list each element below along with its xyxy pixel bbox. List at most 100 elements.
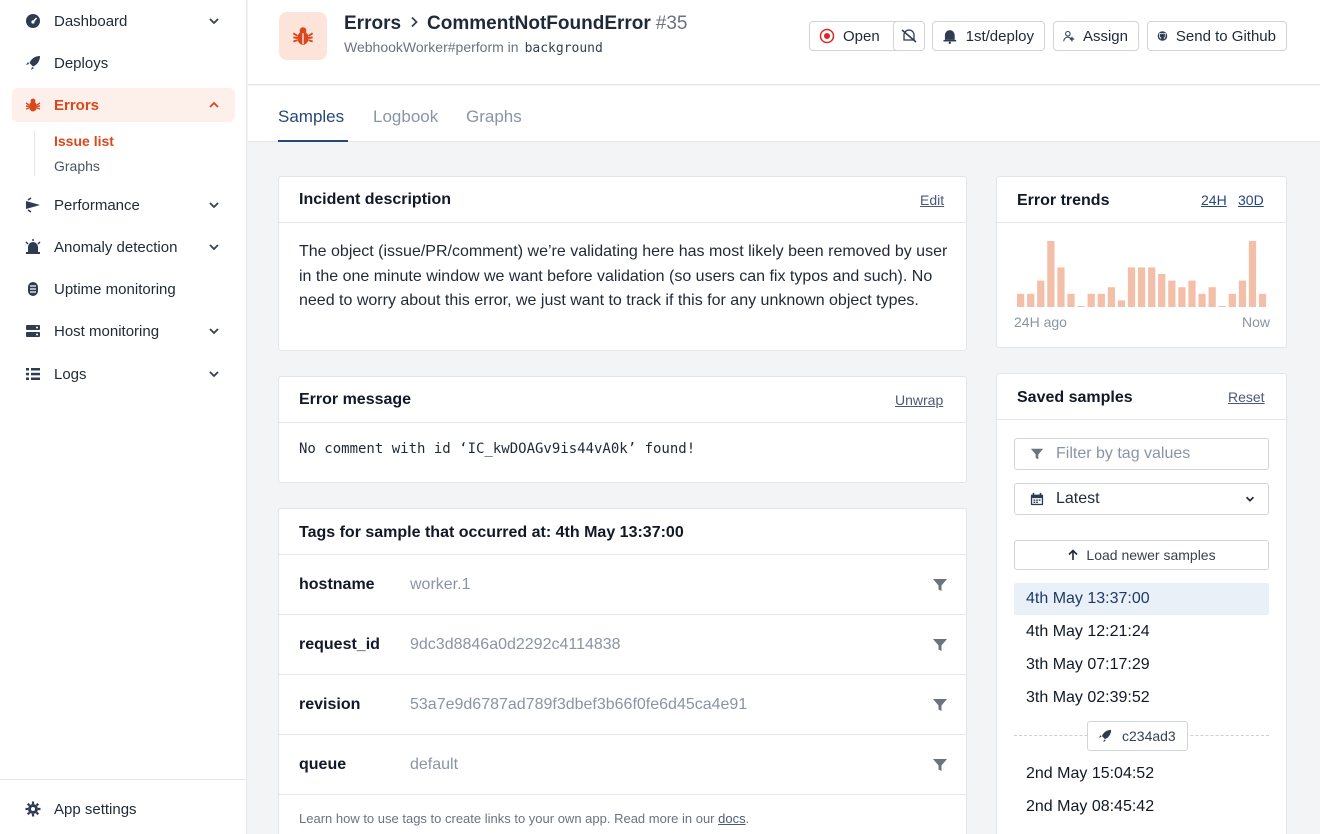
tag-key: request_id (299, 636, 380, 653)
filter-icon[interactable] (932, 757, 948, 773)
tag-value: 9dc3d8846a0d2292c4114838 (410, 636, 621, 653)
sample-item[interactable]: 2nd May 15:04:52 (1014, 758, 1269, 790)
unwrap-link[interactable]: Unwrap (895, 392, 943, 408)
deploy-notification-button[interactable]: 1st/deploy (932, 21, 1045, 51)
sidebar-item-dashboard[interactable]: Dashboard (12, 4, 235, 38)
open-button-label: Open (843, 27, 880, 45)
filter-icon[interactable] (932, 577, 948, 593)
sample-item[interactable]: 3th May 07:17:29 (1014, 649, 1269, 681)
tags-help-text: Learn how to use tags to create links to… (299, 811, 749, 826)
sidebar-item-anomaly-detection[interactable]: Anomaly detection (12, 230, 235, 264)
sample-item[interactable]: 4th May 13:37:00 (1014, 583, 1269, 615)
chevron-up-icon (209, 101, 219, 108)
tab-logbook[interactable]: Logbook (373, 107, 438, 127)
sample-item[interactable]: 2nd May 08:45:42 (1014, 791, 1269, 823)
sidebar-item-label: Dashboard (54, 12, 128, 30)
trend-bar[interactable] (1077, 306, 1085, 307)
card-header: Saved samples Reset (997, 374, 1286, 420)
tag-row: request_id 9dc3d8846a0d2292c4114838 (279, 615, 966, 675)
trend-bar[interactable] (1057, 267, 1065, 307)
trend-bar[interactable] (1137, 267, 1146, 307)
trend-bar[interactable] (1037, 280, 1045, 307)
sample-item[interactable]: 4th May 12:21:24 (1014, 616, 1269, 648)
range-24h-link[interactable]: 24H (1201, 192, 1227, 208)
trend-bar[interactable] (1107, 287, 1115, 307)
trend-bar[interactable] (1097, 293, 1105, 307)
tab-samples[interactable]: Samples (278, 107, 344, 127)
edit-description-link[interactable]: Edit (920, 192, 944, 208)
gear-icon (24, 800, 42, 818)
siren-icon (24, 238, 42, 256)
trend-bar[interactable] (1087, 293, 1095, 307)
sidebar-item-label: Uptime monitoring (54, 280, 176, 298)
card-header: Incident description Edit (279, 177, 966, 223)
sample-item[interactable]: 3th May 02:39:52 (1014, 682, 1269, 714)
tag-row: revision 53a7e9d6787ad789f3dbef3b66f0fe6… (279, 675, 966, 735)
sidebar-item-logs[interactable]: Logs (12, 357, 235, 391)
github-button-label: Send to Github (1175, 27, 1276, 45)
page-title: Errors CommentNotFoundError #35 (344, 13, 688, 35)
trend-bar[interactable] (1117, 300, 1126, 307)
tag-key: hostname (299, 576, 375, 593)
reset-link[interactable]: Reset (1228, 389, 1265, 405)
trend-bar[interactable] (1258, 293, 1267, 307)
rocket-icon (24, 54, 42, 72)
error-trends-bars (1017, 241, 1267, 307)
range-30d-link[interactable]: 30D (1238, 192, 1264, 208)
trend-bar[interactable] (1228, 293, 1236, 307)
trend-bar[interactable] (1067, 293, 1075, 307)
breadcrumb-separator-icon (409, 15, 419, 33)
subnav-item-graphs[interactable]: Graphs (54, 158, 100, 174)
error-message-text: No comment with id ‘IC_kwDOAGv9is44vA0k’… (299, 441, 696, 457)
bug-icon (24, 96, 42, 114)
trend-bar[interactable] (1168, 280, 1176, 307)
trend-bar[interactable] (1158, 274, 1166, 307)
tag-filter-field[interactable] (1014, 438, 1269, 470)
trend-axis-end: Now (1241, 314, 1270, 330)
tag-filter-input[interactable] (1056, 445, 1256, 463)
trend-bar[interactable] (1027, 293, 1035, 307)
issue-name: CommentNotFoundError (427, 13, 651, 34)
chevron-down-icon (1245, 496, 1255, 502)
deploy-marker[interactable]: c234ad3 (1087, 721, 1188, 751)
docs-link[interactable]: docs (718, 811, 745, 826)
saved-samples-card: Saved samples Reset Latest Load newer sa… (996, 373, 1287, 834)
page-header: Errors CommentNotFoundError #35 WebhookW… (248, 0, 1320, 85)
tab-graphs[interactable]: Graphs (466, 107, 522, 127)
trend-bar[interactable] (1248, 241, 1257, 307)
sidebar-item-label: Deploys (54, 54, 109, 72)
trend-bar[interactable] (1218, 306, 1226, 307)
filter-icon[interactable] (932, 697, 948, 713)
assign-button[interactable]: Assign (1053, 21, 1139, 51)
sample-order-select[interactable]: Latest (1014, 483, 1269, 515)
trend-bar[interactable] (1017, 293, 1025, 307)
trend-bar[interactable] (1178, 287, 1186, 307)
app-settings-link[interactable]: App settings (12, 792, 235, 826)
sidebar-item-host-monitoring[interactable]: Host monitoring (12, 314, 235, 348)
tag-value: default (410, 756, 459, 773)
send-to-github-button[interactable]: Send to Github (1147, 21, 1287, 51)
trend-bar[interactable] (1148, 267, 1156, 307)
issue-subtitle: WebhookWorker#perform in background (344, 39, 603, 56)
sidebar-item-errors[interactable]: Errors (12, 88, 235, 122)
tag-key: queue (299, 756, 347, 773)
sidebar-item-performance[interactable]: Performance (12, 188, 235, 222)
breadcrumb-errors[interactable]: Errors (344, 13, 401, 35)
filter-icon[interactable] (932, 637, 948, 653)
trend-bar[interactable] (1188, 280, 1196, 307)
trend-bar[interactable] (1127, 267, 1136, 307)
sidebar-item-uptime-monitoring[interactable]: Uptime monitoring (12, 272, 235, 306)
load-newer-samples-button[interactable]: Load newer samples (1014, 540, 1269, 570)
mute-notifications-button[interactable] (893, 21, 925, 51)
deploy-revision: c234ad3 (1122, 728, 1176, 744)
trend-bar[interactable] (1238, 280, 1247, 307)
trend-bar[interactable] (1047, 241, 1055, 307)
trend-bar[interactable] (1208, 287, 1216, 307)
subnav-item-issue-list[interactable]: Issue list (54, 133, 114, 149)
open-status-icon (819, 28, 835, 44)
tab-bar: Samples Logbook Graphs (248, 86, 1320, 142)
bell-icon (943, 30, 957, 44)
trend-bar[interactable] (1198, 293, 1206, 307)
sidebar-item-deploys[interactable]: Deploys (12, 46, 235, 80)
performance-icon (24, 196, 42, 214)
